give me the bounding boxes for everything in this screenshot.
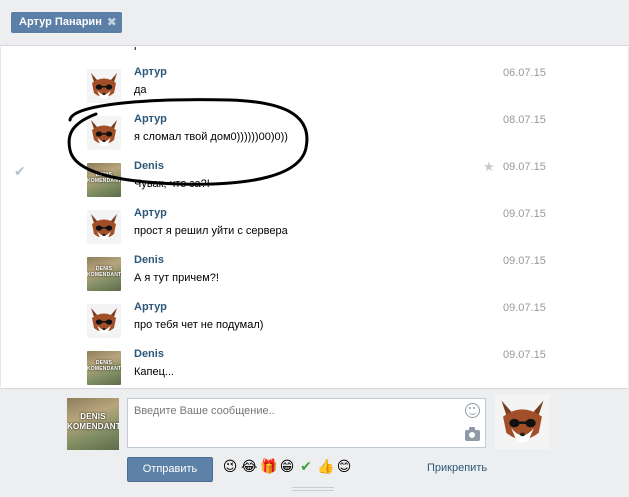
message-author[interactable]: Denis: [134, 254, 164, 266]
message-item: Артур да 06.07.15: [1, 65, 628, 109]
message-author[interactable]: Denis: [134, 160, 164, 172]
message-item: Артур про тебя чет не подумал) 09.07.15: [1, 300, 628, 344]
chat-tab-title: Артур Панарин: [19, 16, 102, 28]
avatar[interactable]: DENISKOMENDANTOV: [87, 257, 121, 291]
camera-icon[interactable]: [465, 427, 480, 441]
close-icon[interactable]: ✖: [107, 12, 117, 33]
avatar-caption: DENISKOMENDANTOV: [87, 360, 121, 372]
message-date[interactable]: 09.07.15: [503, 255, 546, 267]
attach-link[interactable]: Прикрепить: [427, 462, 487, 474]
avatar-caption: DENISKOMENDANTOV: [87, 266, 121, 278]
avatar[interactable]: [87, 116, 121, 150]
fox-avatar-image: [87, 116, 121, 150]
send-button[interactable]: Отправить: [127, 457, 213, 482]
message-date[interactable]: 09.07.15: [503, 349, 546, 361]
checkmark-icon[interactable]: ✔: [14, 163, 26, 180]
message-author[interactable]: Артур: [134, 66, 167, 78]
message-text: А я тут причем?!: [134, 272, 219, 284]
avatar[interactable]: [87, 304, 121, 338]
message-item: Артур я сломал твой дом0))))))00)0)) 08.…: [1, 112, 628, 156]
message-date[interactable]: 08.07.15: [503, 114, 546, 126]
avatar[interactable]: [87, 210, 121, 244]
message-date[interactable]: 09.07.15: [503, 208, 546, 220]
message-author[interactable]: Артур: [134, 301, 167, 313]
message-history[interactable]: г Артур да 06.07.15 Артур я сломал твой …: [0, 47, 629, 387]
emoji-bar: 😉 😂 🎁 😁 ✔ 👍 😊: [222, 458, 352, 478]
tears-of-joy-emoji-icon[interactable]: 😂: [241, 458, 257, 474]
avatar-caption: DENISKOMENDANTOV: [67, 412, 119, 431]
avatar[interactable]: [87, 69, 121, 103]
smile-icon[interactable]: [465, 403, 480, 418]
my-avatar[interactable]: DENISKOMENDANTOV: [67, 398, 119, 450]
message-author[interactable]: Артур: [134, 207, 167, 219]
message-text: Чувак, что за?!: [134, 178, 210, 190]
avatar[interactable]: DENISKOMENDANTOV: [87, 351, 121, 385]
message-item: DENISKOMENDANTOV Denis А я тут причем?! …: [1, 253, 628, 297]
cut-off-text: г: [134, 47, 139, 53]
thumbs-up-emoji-icon[interactable]: 👍: [317, 458, 334, 474]
message-date[interactable]: 09.07.15: [503, 302, 546, 314]
message-text: да: [134, 84, 147, 96]
message-item: Артур прост я решил уйти с сервера 09.07…: [1, 206, 628, 250]
grin-emoji-icon[interactable]: 😁: [279, 458, 295, 474]
check-emoji-icon[interactable]: ✔: [298, 458, 314, 474]
fox-avatar-image: [87, 210, 121, 244]
gift-emoji-icon[interactable]: 🎁: [260, 458, 277, 474]
message-text: Капец...: [134, 366, 175, 378]
message-input[interactable]: Введите Ваше сообщение..: [127, 398, 486, 448]
message-text: про тебя чет не подумал): [134, 319, 264, 331]
message-author[interactable]: Артур: [134, 113, 167, 125]
chat-tab[interactable]: Артур Панарин ✖: [11, 12, 122, 33]
fox-avatar-image: [87, 304, 121, 338]
message-date[interactable]: 09.07.15: [503, 161, 546, 173]
message-text: прост я решил уйти с сервера: [134, 225, 288, 237]
avatar[interactable]: DENISKOMENDANTOV: [87, 163, 121, 197]
resize-handle[interactable]: [292, 487, 334, 491]
avatar-caption: DENISKOMENDANTOV: [87, 172, 121, 184]
fox-avatar-image: [495, 394, 550, 449]
message-item: DENISKOMENDANTOV Denis Капец... 09.07.15: [1, 347, 628, 387]
wink-emoji-icon[interactable]: 😉: [222, 458, 238, 474]
star-icon[interactable]: ★: [483, 159, 495, 175]
composer: DENISKOMENDANTOV Введите Ваше сообщение.…: [0, 388, 629, 497]
message-date[interactable]: 06.07.15: [503, 67, 546, 79]
chat-tabs-bar: Артур Панарин ✖: [0, 0, 629, 46]
message-author[interactable]: Denis: [134, 348, 164, 360]
message-item: ✔ DENISKOMENDANTOV Denis Чувак, что за?!…: [1, 159, 628, 203]
message-text: я сломал твой дом0))))))00)0)): [134, 131, 288, 143]
partner-avatar[interactable]: [495, 394, 550, 449]
message-input-placeholder: Введите Ваше сообщение..: [134, 405, 275, 417]
smile-emoji-icon[interactable]: 😊: [336, 458, 352, 474]
fox-avatar-image: [87, 69, 121, 103]
